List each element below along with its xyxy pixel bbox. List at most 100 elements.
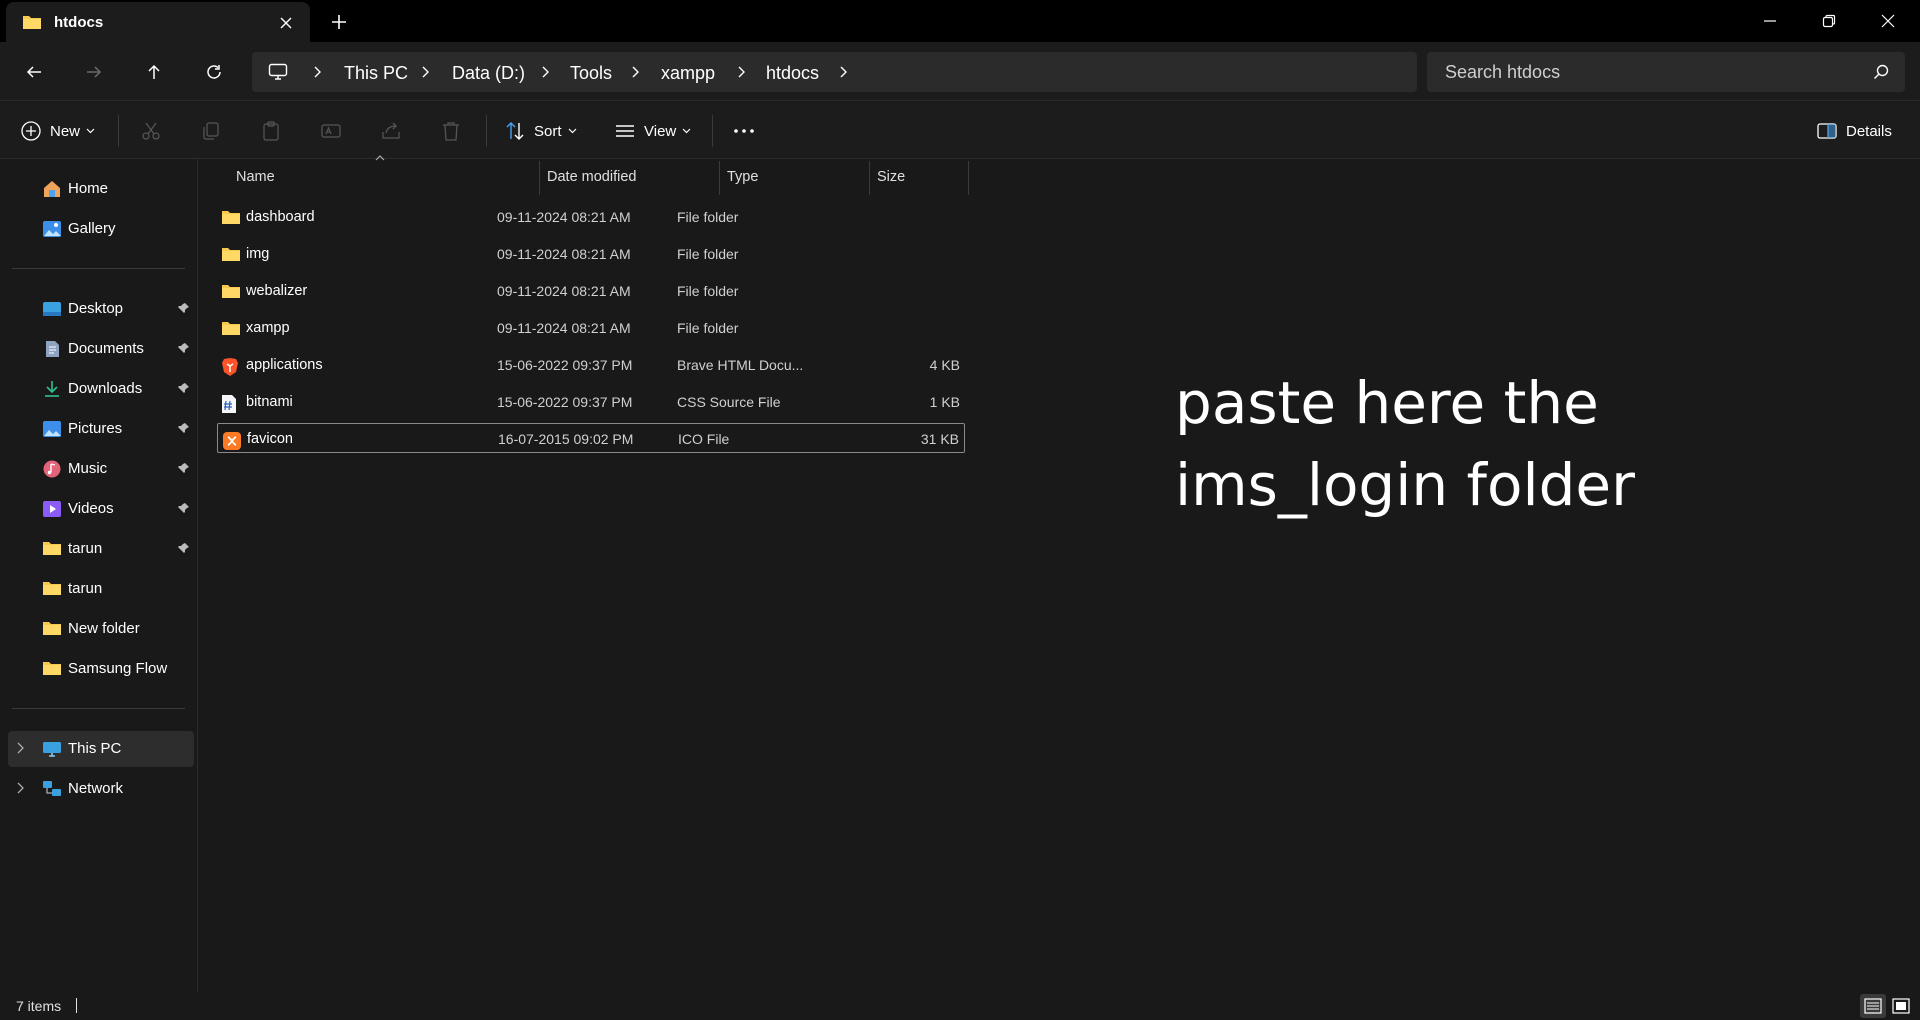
sidebar-item-gallery[interactable]: Gallery [8,211,194,247]
sidebar-item-samsung-flow[interactable]: Samsung Flow [8,651,194,687]
view-button[interactable]: View [614,115,691,147]
address-bar[interactable]: This PC Data (D:) Tools xampp htdocs [252,52,1417,92]
gallery-icon [42,220,62,238]
sidebar-item-home[interactable]: Home [8,171,194,207]
details-view-toggle[interactable] [1860,994,1886,1018]
pin-icon[interactable] [178,422,190,434]
chevron-right-icon[interactable] [838,66,848,78]
file-row[interactable]: xampp 09-11-2024 08:21 AM File folder [217,313,965,343]
pin-icon[interactable] [178,542,190,554]
tiles-view-toggle[interactable] [1888,994,1914,1018]
folder-icon [42,620,62,636]
chevron-down-icon [682,128,691,134]
restore-button[interactable] [1799,0,1859,42]
cut-button[interactable] [140,115,162,147]
pin-icon[interactable] [178,462,190,474]
details-button[interactable]: Details [1816,115,1892,147]
css-file-icon [221,394,237,414]
chevron-right-icon[interactable] [540,66,550,78]
view-list-icon [614,120,636,142]
file-name: xampp [246,320,290,336]
sidebar-item-documents[interactable]: Documents [8,331,194,367]
file-date: 15-06-2022 09:37 PM [497,394,633,410]
sidebar-item-pictures[interactable]: Pictures [8,411,194,447]
file-list: Name Date modified Type Size dashboard 0… [199,155,1920,992]
more-icon [732,120,756,142]
pin-icon[interactable] [178,382,190,394]
minimize-button[interactable] [1740,0,1800,42]
file-row[interactable]: img 09-11-2024 08:21 AM File folder [217,239,965,269]
sidebar-item-tarun-pinned[interactable]: tarun [8,531,194,567]
breadcrumb-htdocs[interactable]: htdocs [766,63,819,84]
close-window-button[interactable] [1858,0,1918,42]
breadcrumb-data-d[interactable]: Data (D:) [452,63,525,84]
refresh-button[interactable] [196,54,232,90]
rename-icon [320,120,342,142]
chevron-right-icon[interactable] [16,742,24,754]
up-button[interactable] [136,54,172,90]
copy-button[interactable] [200,115,222,147]
chevron-right-icon[interactable] [420,66,430,78]
tiles-view-icon [1892,998,1910,1014]
chevron-right-icon[interactable] [630,66,640,78]
search-icon[interactable] [1873,64,1889,80]
chevron-down-icon [86,128,95,134]
pin-icon[interactable] [178,302,190,314]
file-name: webalizer [246,283,308,299]
back-button[interactable] [16,54,52,90]
column-header-name[interactable]: Name [229,155,539,193]
copy-icon [200,120,222,142]
documents-icon [42,340,62,358]
forward-button[interactable] [76,54,112,90]
sort-button[interactable]: Sort [504,115,577,147]
new-button[interactable]: New [20,115,95,147]
sidebar-item-new-folder[interactable]: New folder [8,611,194,647]
breadcrumb-xampp[interactable]: xampp [661,63,715,84]
cut-icon [140,120,162,142]
file-row[interactable]: applications 15-06-2022 09:37 PM Brave H… [217,350,965,380]
sidebar-item-videos[interactable]: Videos [8,491,194,527]
column-header-size[interactable]: Size [870,159,968,193]
pin-icon[interactable] [178,342,190,354]
folder-icon [221,320,241,336]
file-row[interactable]: webalizer 09-11-2024 08:21 AM File folde… [217,276,965,306]
navigation-bar: This PC Data (D:) Tools xampp htdocs [0,42,1920,101]
share-icon [380,120,402,142]
breadcrumb-tools[interactable]: Tools [570,63,612,84]
sidebar-item-music[interactable]: Music [8,451,194,487]
chevron-right-icon[interactable] [16,782,24,794]
sidebar-item-downloads[interactable]: Downloads [8,371,194,407]
sidebar-item-desktop[interactable]: Desktop [8,291,194,327]
rename-button[interactable] [320,115,342,147]
sidebar-item-this-pc[interactable]: This PC [8,731,194,767]
chevron-down-icon [568,128,577,134]
new-tab-button[interactable] [330,13,348,31]
file-size: 4 KB [929,357,960,373]
sidebar-item-network[interactable]: Network [8,771,194,807]
close-tab-icon[interactable] [278,15,294,31]
pictures-icon [42,420,62,438]
sidebar-item-tarun[interactable]: tarun [8,571,194,607]
folder-icon [221,246,241,262]
column-header-type[interactable]: Type [720,159,869,193]
search-input[interactable] [1427,52,1847,92]
status-bar: 7 items [0,992,1920,1020]
file-row-selected[interactable]: favicon 16-07-2015 09:02 PM ICO File 31 … [217,423,965,453]
delete-button[interactable] [440,115,462,147]
pin-icon[interactable] [178,502,190,514]
chevron-right-icon[interactable] [736,66,746,78]
chevron-right-icon[interactable] [312,66,322,78]
column-header-date[interactable]: Date modified [540,159,719,193]
file-row[interactable]: dashboard 09-11-2024 08:21 AM File folde… [217,202,965,232]
file-date: 16-07-2015 09:02 PM [498,431,634,447]
file-date: 09-11-2024 08:21 AM [497,320,631,336]
share-button[interactable] [380,115,402,147]
breadcrumb-this-pc[interactable]: This PC [344,63,408,84]
paste-button[interactable] [260,115,282,147]
monitor-icon[interactable] [268,63,288,81]
tab-htdocs[interactable]: htdocs [6,2,310,42]
brave-icon [221,357,239,377]
file-row[interactable]: bitnami 15-06-2022 09:37 PM CSS Source F… [217,387,965,417]
more-options-button[interactable] [732,115,756,147]
file-name: favicon [247,431,293,447]
